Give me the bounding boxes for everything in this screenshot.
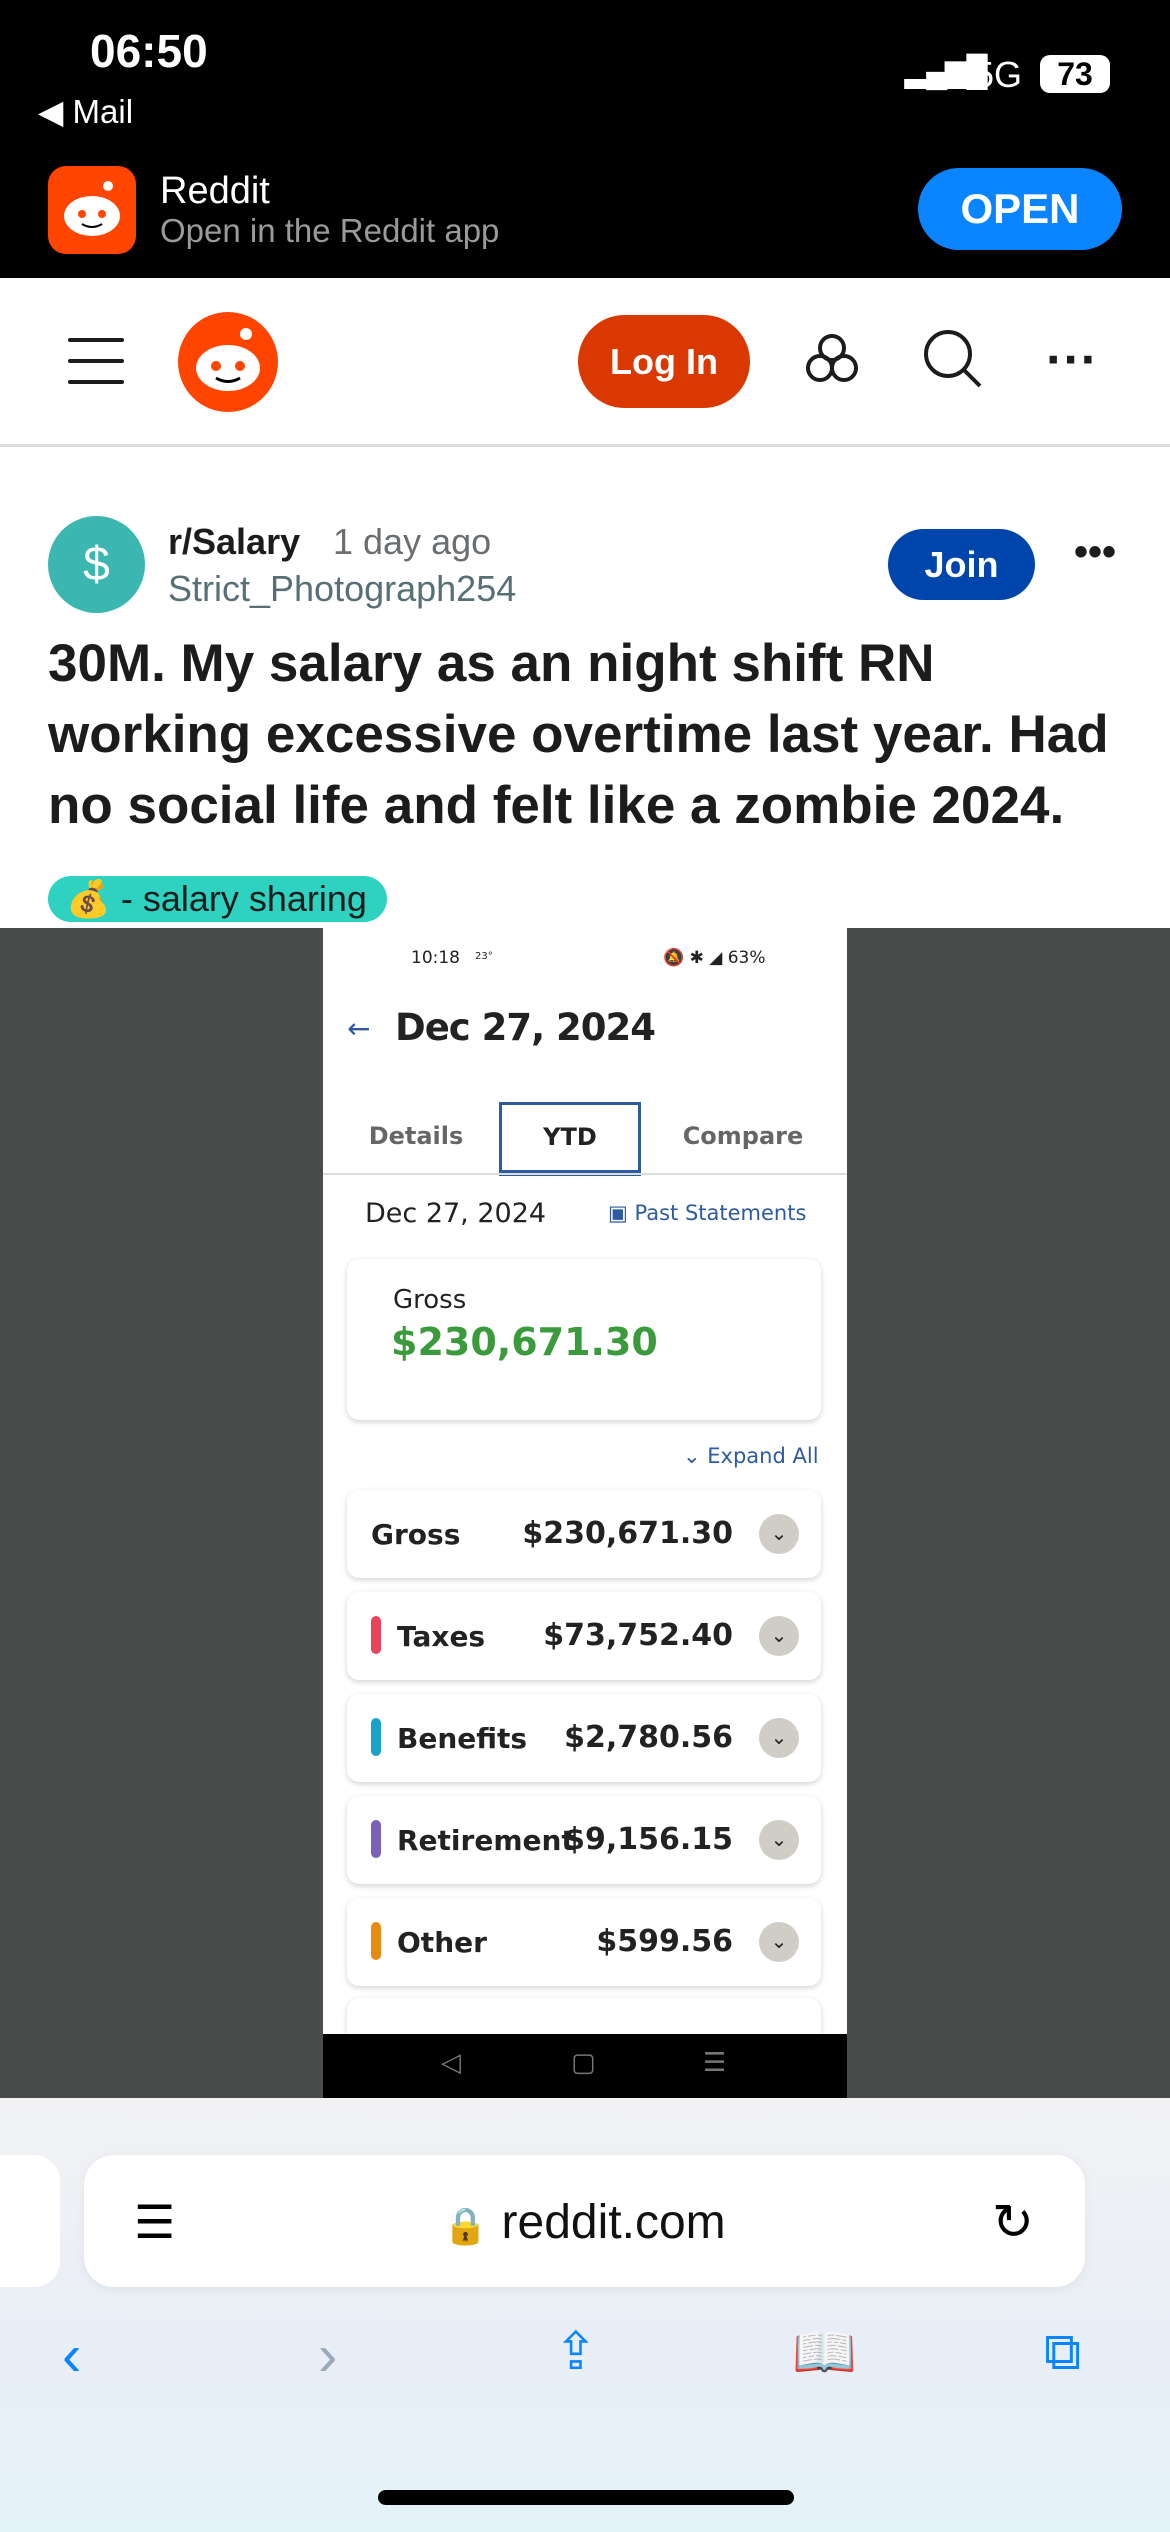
tab-details: Details (368, 1122, 464, 1150)
calendar-icon: ▣ (608, 1201, 635, 1225)
breakdown-row: Retirement $9,156.15 ⌄ (347, 1796, 821, 1884)
chevron-down-icon: ⌄ (759, 1922, 799, 1962)
login-button[interactable]: Log In (578, 315, 750, 408)
reddit-logo[interactable] (178, 312, 278, 412)
lock-icon: 🔒 (443, 2205, 489, 2246)
row-value: $599.56 (596, 1924, 733, 1959)
shot-header: Dec 27, 2024 (395, 1006, 656, 1049)
chevron-down-icon: ⌄ (759, 1514, 799, 1554)
row-value: $73,752.40 (543, 1618, 733, 1653)
clock: 06:50 (90, 25, 208, 77)
post-flair[interactable]: 💰 - salary sharing (48, 876, 387, 922)
breakdown-row: Benefits $2,780.56 ⌄ (347, 1694, 821, 1782)
network-type: 5G (974, 54, 1023, 95)
chevron-down-icon: ⌄ (759, 1616, 799, 1656)
subreddit-link[interactable]: r/Salary (168, 521, 300, 563)
past-statements-link: ▣ Past Statements (608, 1201, 806, 1225)
open-app-button[interactable]: OPEN (918, 168, 1122, 250)
expand-all-link: ⌄ Expand All (683, 1444, 819, 1468)
post-title[interactable]: 30M. My salary as an night shift RN work… (48, 628, 1128, 841)
bookmarks-icon[interactable]: 📖 (792, 2322, 857, 2383)
search-icon[interactable] (920, 326, 984, 403)
share-icon[interactable]: ⇪ (554, 2322, 598, 2382)
chevron-down-icon: ⌄ (683, 1444, 708, 1468)
url-label: reddit.com (501, 2196, 726, 2249)
tab-compare: Compare (682, 1122, 804, 1150)
row-value: $9,156.15 (564, 1822, 733, 1857)
banner-subtitle: Open in the Reddit app (160, 212, 500, 249)
past-statements-label: Past Statements (634, 1201, 807, 1225)
shot-temp: 23° (475, 951, 493, 962)
row-label: Retirement (397, 1824, 575, 1857)
author-link[interactable]: Strict_Photograph254 (168, 568, 516, 610)
battery-icon: 73 (1040, 55, 1110, 93)
reddit-app-icon (48, 166, 136, 254)
tab-divider (323, 1173, 847, 1175)
category-color-bar (371, 1820, 381, 1858)
home-indicator (378, 2490, 794, 2505)
paystub-screenshot: 10:18 23° 🔕 ✱ ◢ 63% ← Dec 27, 2024 Detai… (323, 928, 847, 2098)
banner-app-name: Reddit (160, 170, 270, 212)
expand-all-label: Expand All (707, 1444, 819, 1468)
chevron-down-icon: ⌄ (759, 1718, 799, 1758)
android-recents-icon: ☰ (703, 2048, 727, 2078)
tabs-icon[interactable]: ⧉ (1044, 2322, 1081, 2383)
category-color-bar (371, 1718, 381, 1756)
more-icon[interactable]: ··· (1046, 330, 1098, 390)
breakdown-row: Other $599.56 ⌄ (347, 1898, 821, 1986)
reload-icon[interactable]: ↻ (992, 2193, 1034, 2251)
back-to-mail[interactable]: ◀ Mail (38, 92, 133, 131)
row-value: $2,780.56 (564, 1720, 733, 1755)
android-back-icon: ◁ (441, 2048, 461, 2078)
forward-icon[interactable]: › (318, 2322, 337, 2389)
back-icon[interactable]: ‹ (62, 2322, 81, 2389)
android-nav-bar: ◁ ▢ ☰ (323, 2034, 847, 2098)
chevron-down-icon: ⌄ (759, 1820, 799, 1860)
join-button[interactable]: Join (888, 529, 1035, 600)
row-label: Benefits (397, 1722, 528, 1755)
shot-status-icons: 🔕 ✱ ◢ 63% (663, 948, 766, 968)
back-arrow-icon: ← (347, 1012, 371, 1045)
breakdown-row: Gross $230,671.30 ⌄ (347, 1490, 821, 1578)
ios-status-bar: 06:50 ◀ Mail ▂▄▆█ 5G 73 Reddit Open in t… (0, 0, 1170, 278)
gross-label: Gross (393, 1285, 467, 1315)
communities-icon[interactable] (800, 326, 864, 403)
gross-value: $230,671.30 (391, 1320, 658, 1364)
row-value: $230,671.30 (522, 1516, 733, 1551)
android-home-icon: ▢ (571, 2048, 596, 2078)
row-label: Gross (371, 1518, 461, 1551)
subreddit-avatar[interactable]: $ (48, 516, 145, 613)
previous-tab-pill[interactable] (0, 2155, 60, 2287)
tab-ytd: YTD (499, 1102, 641, 1176)
safari-toolbar: ☰ 🔒 reddit.com ↻ ‹ › ⇪ 📖 ⧉ (0, 2098, 1170, 2532)
category-color-bar (371, 1616, 381, 1654)
address-bar[interactable]: ☰ 🔒 reddit.com ↻ (84, 2155, 1085, 2287)
url-text[interactable]: 🔒 reddit.com (84, 2195, 1085, 2250)
row-label: Other (397, 1926, 487, 1959)
post-more-icon[interactable]: ••• (1074, 530, 1116, 575)
post-time: 1 day ago (333, 521, 492, 562)
statement-date: Dec 27, 2024 (365, 1198, 547, 1229)
menu-icon[interactable] (68, 338, 124, 384)
category-color-bar (371, 1922, 381, 1960)
breakdown-row: Taxes $73,752.40 ⌄ (347, 1592, 821, 1680)
row-label: Taxes (397, 1620, 486, 1653)
shot-time: 10:18 (411, 948, 460, 968)
